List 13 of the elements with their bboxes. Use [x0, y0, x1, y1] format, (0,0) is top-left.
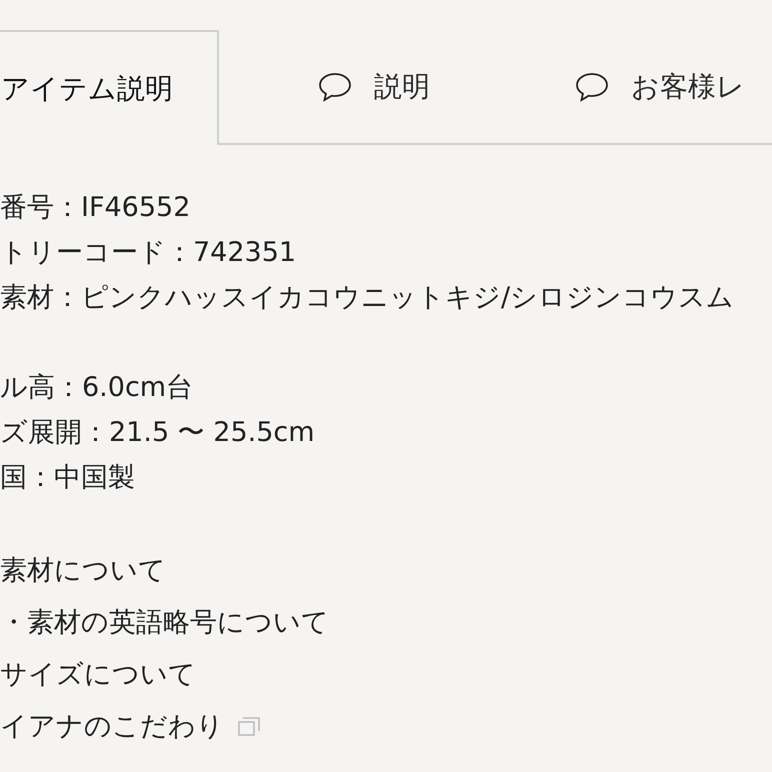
spec-text: 素材：ピンクハッスイカコウニットキジ/シロジンコウスム — [0, 281, 736, 315]
spec-text: ズ展開：21.5 〜 25.5cm — [0, 416, 316, 450]
tab[interactable]: アイテム説明 — [0, 30, 219, 145]
spec-text: 番号：IF46552 — [0, 191, 192, 225]
info-link[interactable]: ・素材の英語略号について — [0, 597, 329, 649]
spec-text: ル高：6.0cm台 — [0, 371, 194, 405]
info-link[interactable]: 素材について — [0, 545, 166, 597]
info-link[interactable]: サイズについて — [0, 649, 196, 701]
spec-text: トリーコード：742351 — [0, 236, 298, 270]
spec-text: 国：中国製 — [0, 461, 136, 495]
tab[interactable]: お客様レ — [529, 30, 772, 145]
info-link[interactable]: イアナのこだわり — [0, 701, 224, 753]
tab[interactable]: 説明 — [219, 30, 529, 145]
